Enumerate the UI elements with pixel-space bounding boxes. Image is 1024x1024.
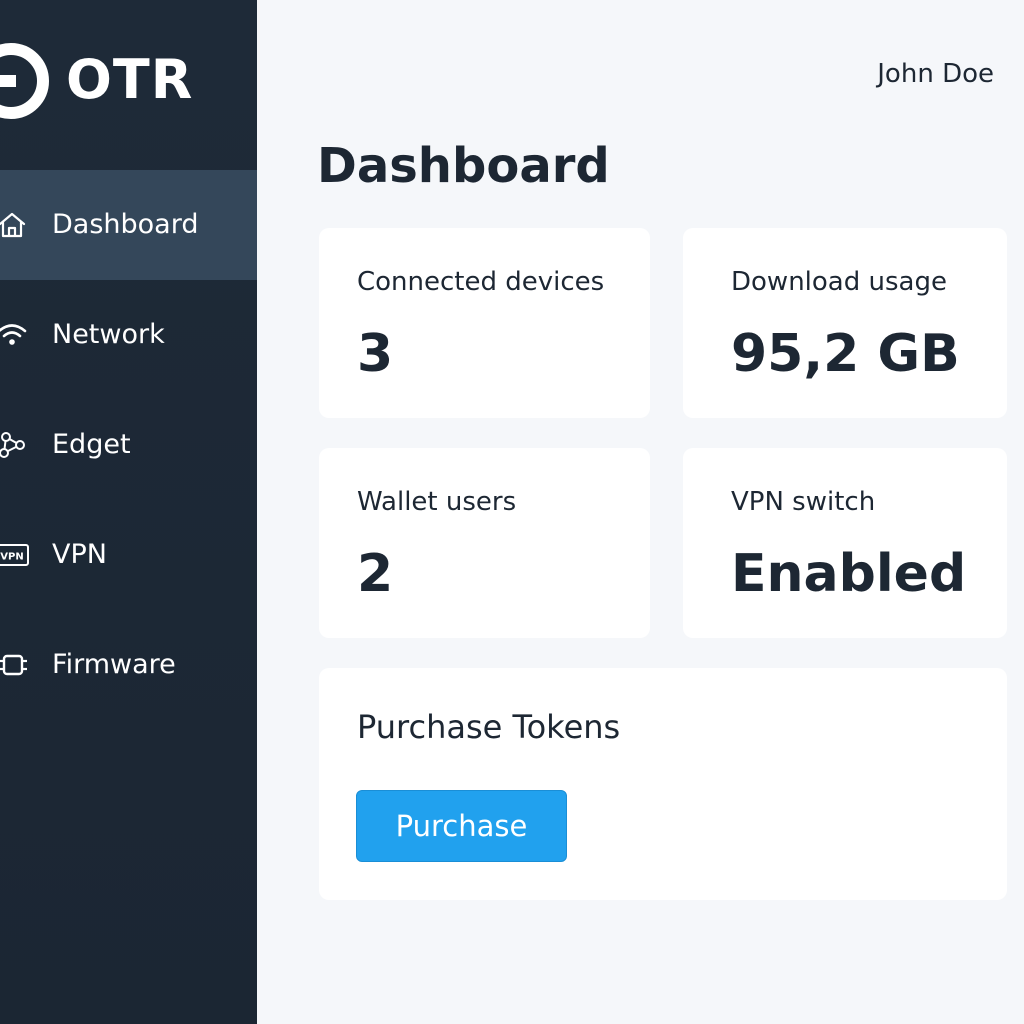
sidebar-item-label: Edget xyxy=(52,429,131,460)
app-window: OTR Dashboard Network Edget VPN VPN Firm… xyxy=(0,0,1024,1024)
stat-value: 95,2 GB xyxy=(731,324,960,384)
stat-label: Wallet users xyxy=(357,487,517,517)
stat-card-download-usage: Download usage 95,2 GB xyxy=(683,228,1007,418)
stat-value: Enabled xyxy=(731,544,967,604)
nodes-icon xyxy=(0,427,30,463)
stat-label: VPN switch xyxy=(731,487,876,517)
svg-text:VPN: VPN xyxy=(0,552,23,563)
vpn-icon: VPN xyxy=(0,537,30,573)
stat-label: Download usage xyxy=(731,267,947,297)
stat-value: 2 xyxy=(357,544,394,604)
stat-label: Connected devices xyxy=(357,267,605,297)
sidebar-item-edget[interactable]: Edget xyxy=(0,390,257,500)
sidebar-item-dashboard[interactable]: Dashboard xyxy=(0,170,257,280)
purchase-tokens-card: Purchase Tokens Purchase xyxy=(319,668,1007,900)
sidebar: OTR Dashboard Network Edget VPN VPN Firm… xyxy=(0,0,257,1024)
stat-value: 3 xyxy=(357,324,394,384)
power-logo-icon xyxy=(0,43,49,119)
sidebar-item-vpn[interactable]: VPN VPN xyxy=(0,500,257,610)
brand-name: OTR xyxy=(66,48,194,111)
wifi-icon xyxy=(0,317,30,353)
purchase-title: Purchase Tokens xyxy=(357,708,621,746)
purchase-button[interactable]: Purchase xyxy=(356,790,567,862)
brand-logo[interactable]: OTR xyxy=(0,40,257,120)
sidebar-item-label: VPN xyxy=(52,539,107,570)
page-title: Dashboard xyxy=(317,138,610,194)
sidebar-item-label: Network xyxy=(52,319,165,350)
stat-card-connected-devices: Connected devices 3 xyxy=(319,228,650,418)
sidebar-item-label: Firmware xyxy=(52,649,176,680)
sidebar-item-network[interactable]: Network xyxy=(0,280,257,390)
sidebar-nav: Dashboard Network Edget VPN VPN Firmware xyxy=(0,170,257,720)
chip-icon xyxy=(0,647,30,683)
stat-card-wallet-users: Wallet users 2 xyxy=(319,448,650,638)
sidebar-item-firmware[interactable]: Firmware xyxy=(0,610,257,720)
stat-card-vpn-switch: VPN switch Enabled xyxy=(683,448,1007,638)
main-content: John Doe Dashboard Connected devices 3 D… xyxy=(257,0,1024,1024)
sidebar-item-label: Dashboard xyxy=(52,209,199,240)
user-name[interactable]: John Doe xyxy=(877,58,994,90)
home-icon xyxy=(0,207,30,243)
